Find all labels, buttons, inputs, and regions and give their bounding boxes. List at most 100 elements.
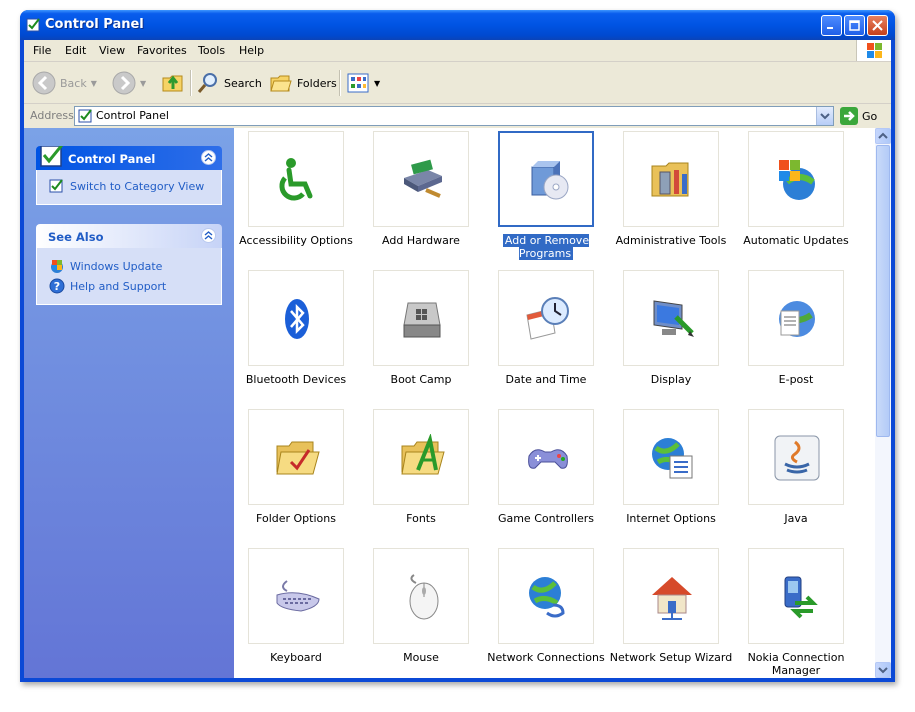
control-panel-section-body: Switch to Category View bbox=[36, 170, 222, 205]
maximize-button[interactable] bbox=[844, 15, 865, 36]
double-chevron-up-icon bbox=[204, 153, 213, 162]
e-post-icon bbox=[779, 301, 815, 337]
mouse-icon bbox=[409, 574, 439, 620]
go-button[interactable]: Go bbox=[840, 107, 877, 125]
search-button[interactable]: Search bbox=[196, 71, 262, 95]
windows-update-link[interactable]: Windows Update bbox=[49, 256, 221, 276]
item-label: Network Setup Wizard bbox=[609, 651, 733, 664]
fonts-icon bbox=[401, 434, 445, 475]
address-bar: Address Control Panel Go bbox=[24, 104, 891, 128]
menu-view[interactable]: View bbox=[99, 44, 125, 57]
windows-update-label: Windows Update bbox=[70, 259, 163, 273]
folders-button[interactable]: Folders bbox=[269, 71, 337, 95]
control-panel-section-header[interactable]: Control Panel bbox=[36, 146, 222, 170]
item-label: Network Connections bbox=[487, 651, 605, 664]
scroll-thumb[interactable] bbox=[876, 145, 890, 437]
window-body: File Edit View Favorites Tools Help Back… bbox=[24, 40, 891, 678]
back-label: Back bbox=[60, 76, 87, 90]
display-icon bbox=[653, 300, 694, 337]
up-folder-button[interactable] bbox=[160, 69, 186, 95]
item-label: Accessibility Options bbox=[239, 234, 353, 247]
go-label: Go bbox=[862, 109, 878, 123]
collapse-control-panel-button[interactable] bbox=[201, 150, 216, 165]
bluetooth-icon bbox=[285, 299, 309, 339]
address-input[interactable]: Control Panel bbox=[74, 106, 834, 126]
add-hardware-icon bbox=[404, 159, 442, 198]
search-icon bbox=[197, 73, 217, 93]
address-value: Control Panel bbox=[96, 109, 169, 122]
content-area: Control Panel Switch to Category View Se… bbox=[24, 128, 891, 678]
chevron-up-icon bbox=[878, 132, 888, 139]
title-bar[interactable]: Control Panel bbox=[20, 10, 895, 40]
switch-to-category-view-link[interactable]: Switch to Category View bbox=[49, 176, 221, 196]
network-connections-icon bbox=[529, 577, 565, 618]
menu-file[interactable]: File bbox=[33, 44, 51, 57]
folders-icon bbox=[270, 75, 292, 92]
automatic-updates-icon bbox=[779, 160, 815, 200]
minimize-button[interactable] bbox=[821, 15, 842, 36]
chevron-down-icon bbox=[878, 667, 888, 674]
back-arrow-icon bbox=[32, 71, 56, 95]
control-panel-window: Control Panel File Edit View Favorites T… bbox=[20, 10, 895, 682]
close-button[interactable] bbox=[867, 15, 888, 36]
switch-to-category-view-label: Switch to Category View bbox=[70, 179, 205, 193]
double-chevron-up-icon bbox=[204, 231, 213, 240]
menu-tools[interactable]: Tools bbox=[198, 44, 225, 57]
help-and-support-link[interactable]: ? Help and Support bbox=[49, 276, 221, 296]
add-remove-programs-icon bbox=[531, 161, 569, 200]
menu-bar: File Edit View Favorites Tools Help bbox=[24, 40, 891, 62]
item-label: Fonts bbox=[406, 512, 436, 525]
windows-update-icon bbox=[51, 260, 63, 273]
control-panel-small-icon bbox=[78, 109, 92, 123]
menu-help[interactable]: Help bbox=[239, 44, 264, 57]
chevron-down-icon bbox=[820, 113, 830, 120]
control-panel-large-icon bbox=[40, 146, 64, 167]
nokia-connection-manager-icon bbox=[784, 576, 818, 619]
go-arrow-icon bbox=[840, 107, 858, 125]
switch-view-icon bbox=[49, 179, 63, 193]
network-setup-wizard-icon bbox=[652, 577, 692, 620]
scroll-up-button[interactable] bbox=[875, 128, 891, 144]
vertical-scrollbar[interactable] bbox=[875, 128, 891, 678]
menu-edit[interactable]: Edit bbox=[65, 44, 86, 57]
item-label: Keyboard bbox=[270, 651, 322, 664]
control-panel-app-icon bbox=[26, 18, 40, 32]
collapse-see-also-button[interactable] bbox=[201, 228, 216, 243]
item-label: Bluetooth Devices bbox=[245, 373, 347, 386]
address-dropdown-button[interactable] bbox=[816, 107, 833, 125]
back-button[interactable]: Back ▼ bbox=[32, 71, 97, 95]
toolbar: Back ▼ ▼ Search Folders ▼ bbox=[24, 62, 891, 104]
item-label: Date and Time bbox=[505, 373, 587, 386]
date-time-icon bbox=[526, 297, 569, 340]
item-label: E-post bbox=[778, 373, 814, 386]
item-label: Administrative Tools bbox=[615, 234, 727, 247]
task-pane: Control Panel Switch to Category View Se… bbox=[24, 128, 234, 678]
menu-favorites[interactable]: Favorites bbox=[137, 44, 187, 57]
internet-options-icon bbox=[652, 438, 693, 479]
windows-logo-icon bbox=[856, 40, 891, 61]
svg-text:?: ? bbox=[54, 280, 60, 293]
folder-options-icon bbox=[276, 441, 320, 475]
see-also-section-header[interactable]: See Also bbox=[36, 224, 222, 248]
administrative-tools-icon bbox=[651, 162, 689, 197]
control-panel-items: Accessibility Options Add Hardware Add o… bbox=[234, 128, 875, 678]
forward-arrow-icon bbox=[112, 71, 136, 95]
views-icon bbox=[347, 73, 369, 93]
window-title: Control Panel bbox=[45, 17, 144, 32]
game-controllers-icon bbox=[528, 449, 568, 469]
keyboard-icon bbox=[276, 580, 320, 612]
scroll-down-button[interactable] bbox=[875, 662, 891, 678]
search-label: Search bbox=[224, 76, 262, 90]
item-label: Automatic Updates bbox=[743, 234, 849, 247]
see-also-section-body: Windows Update ? Help and Support bbox=[36, 248, 222, 305]
java-icon bbox=[774, 435, 820, 481]
control-panel-section-title: Control Panel bbox=[68, 152, 156, 166]
item-label: Internet Options bbox=[626, 512, 716, 525]
see-also-title: See Also bbox=[48, 230, 104, 244]
item-label: Java bbox=[784, 512, 808, 525]
item-label: Display bbox=[650, 373, 692, 386]
item-label: Mouse bbox=[403, 651, 439, 664]
forward-button[interactable]: ▼ bbox=[112, 71, 146, 95]
help-icon: ? bbox=[49, 278, 65, 294]
views-button[interactable]: ▼ bbox=[346, 71, 380, 95]
